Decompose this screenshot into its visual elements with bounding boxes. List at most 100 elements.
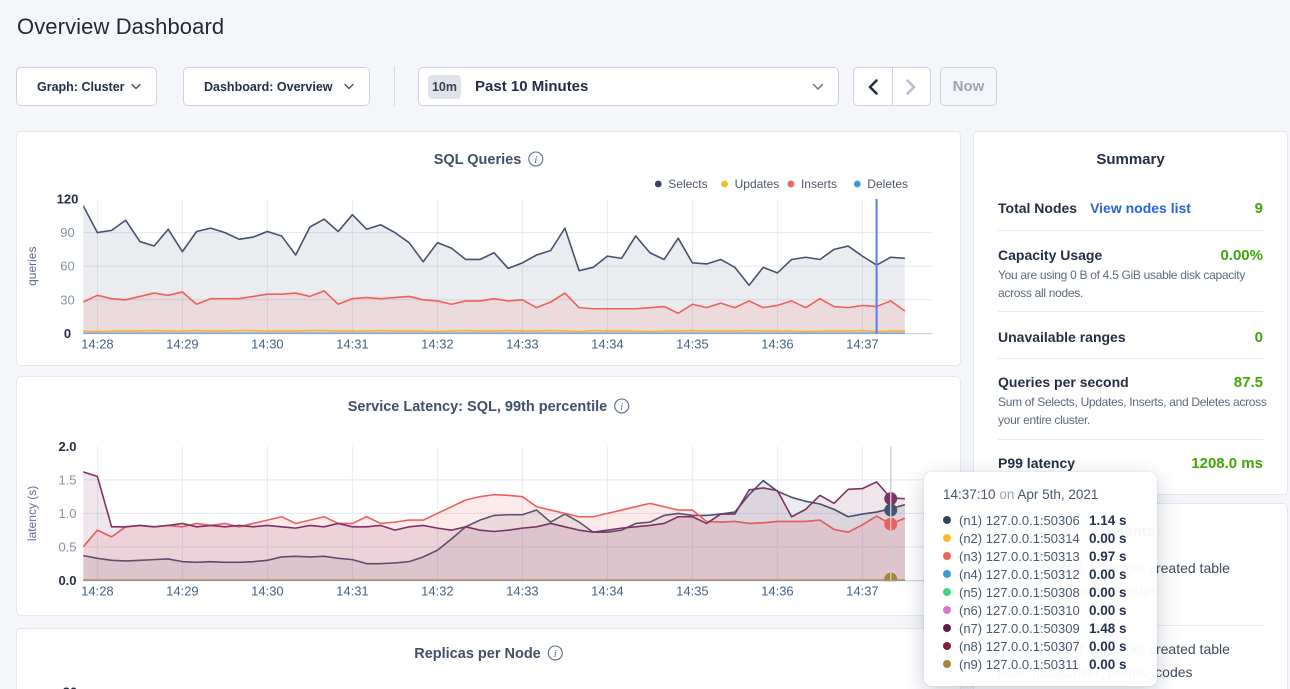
node-color-dot: [943, 570, 951, 578]
x-tick-label: 14:37: [846, 584, 879, 599]
x-tick-label: 14:35: [676, 584, 709, 599]
tooltip-node-value: 0.00 s: [1089, 657, 1127, 672]
dashboard-dropdown-label: Dashboard: Overview: [204, 80, 333, 94]
tooltip-node-label: (n3) 127.0.0.1:50313: [959, 549, 1089, 564]
tooltip-node-value: 0.00 s: [1089, 585, 1127, 600]
tooltip-node-row: (n4) 127.0.0.1:503120.00 s: [943, 565, 1141, 583]
tooltip-node-row: (n5) 127.0.0.1:503080.00 s: [943, 583, 1141, 601]
legend-dot: [655, 181, 662, 188]
tooltip-node-label: (n6) 127.0.0.1:50310: [959, 603, 1089, 618]
x-tick-label: 14:34: [591, 584, 624, 599]
y-tick-label: 90: [60, 225, 74, 240]
sql-queries-chart[interactable]: SQL Queriesi030609012014:2814:2914:3014:…: [17, 132, 960, 365]
legend-dot: [854, 181, 861, 188]
summary-row-label: Unavailable ranges: [998, 327, 1126, 347]
legend-label: Selects: [668, 177, 707, 191]
graph-dropdown[interactable]: Graph: Cluster: [16, 67, 157, 106]
x-tick-label: 14:31: [336, 337, 369, 352]
summary-panel: Summary Total NodesView nodes list9Capac…: [973, 131, 1288, 495]
info-icon: i: [529, 152, 543, 166]
summary-row-value: 1208.0 ms: [1191, 454, 1263, 474]
tooltip-node-row: (n6) 127.0.0.1:503100.00 s: [943, 601, 1141, 619]
legend-dot: [721, 181, 728, 188]
chart-title: Service Latency: SQL, 99th percentile: [348, 399, 608, 415]
chart-title: SQL Queries: [434, 152, 522, 168]
time-range-badge: 10m: [428, 75, 461, 99]
tooltip-node-row: (n1) 127.0.0.1:503061.14 s: [943, 511, 1141, 529]
summary-row: Unavailable ranges0: [974, 327, 1287, 348]
chevron-right-icon: [906, 79, 916, 95]
x-tick-label: 14:28: [81, 337, 114, 352]
x-tick-label: 14:32: [421, 337, 454, 352]
node-color-dot: [943, 534, 951, 542]
now-button[interactable]: Now: [940, 67, 997, 106]
summary-row-label: Total Nodes: [998, 198, 1077, 218]
summary-row-caption: You are using 0 B of 4.5 GiB usable disk…: [974, 266, 1287, 302]
time-range-dropdown[interactable]: 10m Past 10 Minutes: [418, 67, 839, 106]
graph-dropdown-label: Graph: Cluster: [37, 80, 125, 94]
node-color-dot: [943, 642, 951, 650]
info-icon: i: [548, 646, 562, 660]
summary-row-value: 0.00%: [1220, 246, 1263, 266]
x-tick-label: 14:30: [251, 584, 284, 599]
summary-divider: [998, 439, 1263, 440]
chevron-down-icon: [812, 83, 824, 91]
tooltip-node-value: 0.97 s: [1089, 549, 1127, 564]
tooltip-timestamp: 14:37:10 on Apr 5th, 2021: [943, 485, 1141, 505]
chart-title-group: Replicas per Node i: [414, 646, 562, 662]
summary-row: Queries per second87.5: [974, 372, 1287, 393]
x-tick-label: 14:33: [506, 337, 539, 352]
chart-title: Replicas per Node: [414, 646, 541, 662]
node-color-dot: [943, 552, 951, 560]
svg-text:i: i: [554, 649, 557, 660]
summary-row: Total NodesView nodes list9: [974, 198, 1287, 219]
tooltip-node-label: (n8) 127.0.0.1:50307: [959, 639, 1089, 654]
time-step-buttons: [853, 67, 931, 106]
tooltip-node-label: (n9) 127.0.0.1:50311: [959, 657, 1089, 672]
info-icon: i: [615, 399, 629, 413]
svg-text:i: i: [534, 155, 537, 166]
x-tick-label: 14:36: [761, 337, 794, 352]
y-tick-label: 0.5: [58, 539, 76, 554]
legend-label: Updates: [735, 177, 780, 191]
service-latency-chart-card: Service Latency: SQL, 99th percentile i 0.…: [16, 376, 961, 616]
dashboard-dropdown[interactable]: Dashboard: Overview: [183, 67, 370, 106]
tooltip-node-value: 0.00 s: [1089, 531, 1127, 546]
chevron-down-icon: [131, 83, 141, 90]
view-nodes-list-link[interactable]: View nodes list: [1090, 198, 1191, 218]
service-latency-chart[interactable]: Service Latency: SQL, 99th percentile i 0.…: [17, 377, 960, 615]
chart-title-group: Service Latency: SQL, 99th percentile i: [348, 399, 629, 415]
x-tick-label: 14:34: [591, 337, 624, 352]
replicas-per-node-chart[interactable]: Replicas per Nodei30: [17, 629, 960, 689]
x-tick-label: 14:33: [506, 584, 539, 599]
y-tick-label: 120: [57, 192, 79, 207]
y-axis-title: latency (s): [25, 486, 39, 541]
overview-dashboard-page: Overview Dashboard Graph: Cluster Dashbo…: [0, 0, 1290, 689]
tooltip-node-label: (n5) 127.0.0.1:50308: [959, 585, 1089, 600]
time-range-label: Past 10 Minutes: [475, 78, 588, 95]
time-back-button[interactable]: [854, 68, 892, 105]
summary-row-value: 87.5: [1234, 373, 1263, 393]
y-tick-label: 30: [60, 292, 74, 307]
node-color-dot: [943, 624, 951, 632]
summary-row-label: Capacity Usage: [998, 245, 1102, 265]
y-tick-label: 0: [64, 326, 71, 341]
summary-row-label: P99 latency: [998, 453, 1075, 473]
tooltip-node-label: (n7) 127.0.0.1:50309: [959, 621, 1089, 636]
summary-row-caption: Sum of Selects, Updates, Inserts, and De…: [974, 393, 1287, 429]
replicas-per-node-chart-card: Replicas per Nodei30: [16, 628, 961, 689]
chevron-left-icon: [868, 79, 878, 95]
node-color-dot: [943, 606, 951, 614]
node-color-dot: [943, 516, 951, 524]
node-color-dot: [943, 660, 951, 668]
tooltip-node-row: (n3) 127.0.0.1:503130.97 s: [943, 547, 1141, 565]
tooltip-node-label: (n2) 127.0.0.1:50314: [959, 531, 1089, 546]
chart-series: [83, 206, 905, 334]
chart-series: [83, 472, 905, 586]
x-tick-label: 14:32: [421, 584, 454, 599]
y-tick-label: 2.0: [58, 439, 76, 454]
summary-row: Capacity Usage 0.00%: [974, 245, 1287, 266]
time-forward-button[interactable]: [892, 68, 930, 105]
x-tick-label: 14:31: [336, 584, 369, 599]
y-tick-label: 60: [60, 259, 74, 274]
